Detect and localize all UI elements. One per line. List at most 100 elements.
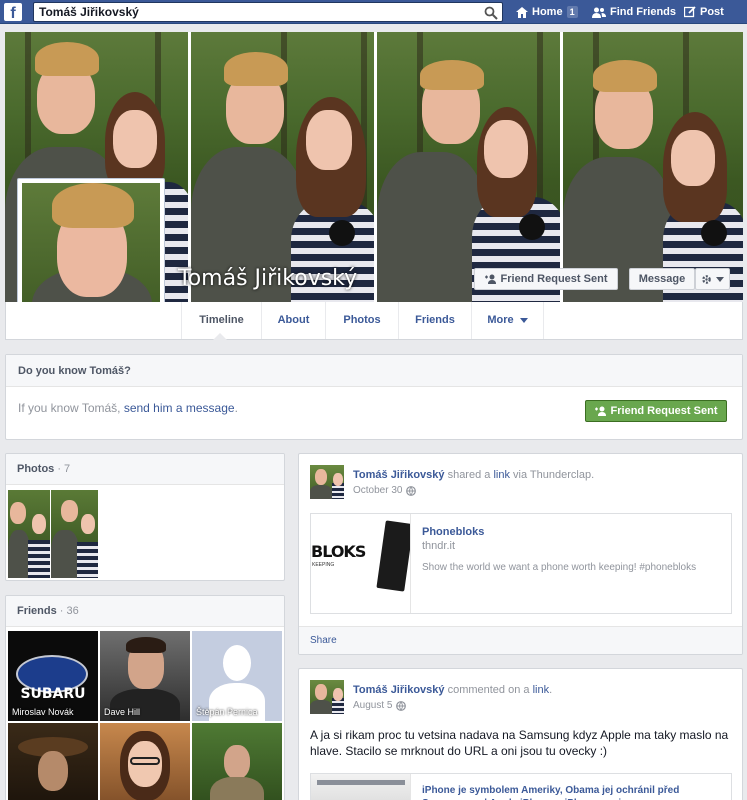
send-message-link[interactable]: send him a message [124, 401, 235, 415]
friend-request-icon [484, 274, 496, 284]
home-nav-link[interactable]: Home 1 [516, 0, 578, 24]
message-prefix: If you know Tomáš, [18, 401, 124, 415]
tab-label: About [277, 314, 310, 326]
friend-tile[interactable] [100, 723, 190, 800]
post-author[interactable]: Tomáš Jiřikovský [353, 684, 445, 696]
post-action-suffix: via Thunderclap. [509, 469, 595, 481]
profile-name[interactable]: Tomáš Jiřikovský [178, 266, 357, 291]
active-tab-indicator [213, 333, 227, 340]
friend-tile[interactable] [8, 723, 98, 800]
panel-divider [560, 32, 563, 302]
message-label: Message [638, 273, 686, 285]
photos-count: · 7 [54, 463, 71, 475]
link-preview-image: BLOKS KEEPING [311, 514, 411, 613]
tab-photos[interactable]: Photos [325, 302, 398, 339]
post-title: Tomáš Jiřikovský commented on a link. [353, 684, 552, 696]
link-description: Show the world we want a phone worth kee… [422, 562, 697, 573]
tab-about[interactable]: About [261, 302, 325, 339]
friend-request-label: Friend Request Sent [610, 405, 718, 417]
subaru-logo-text: SUBARU [20, 686, 86, 702]
friends-icon [592, 7, 606, 18]
do-you-know-message: If you know Tomáš, send him a message. [18, 401, 238, 415]
post-label: Post [700, 6, 724, 18]
panel-divider [188, 32, 191, 302]
post-date-row: August 5 [353, 700, 407, 711]
tab-label: Timeline [199, 314, 244, 326]
home-label: Home [532, 6, 563, 18]
friend-name: Štěpán Pernica [196, 707, 258, 717]
panel-divider [374, 32, 377, 302]
globe-icon[interactable] [396, 700, 407, 711]
tab-friends[interactable]: Friends [398, 302, 471, 339]
timeline-post: Tomáš Jiřikovský commented on a link. Au… [298, 668, 743, 800]
friend-request-sent-green-button[interactable]: Friend Request Sent [585, 400, 727, 422]
photo-thumbnail[interactable] [8, 490, 50, 578]
friend-request-label: Friend Request Sent [500, 273, 608, 285]
post-action-link[interactable]: link [493, 469, 510, 481]
post-date[interactable]: August 5 [353, 700, 392, 711]
friend-name: Miroslav Novák [12, 707, 74, 717]
avatar[interactable] [310, 680, 344, 714]
link-preview[interactable]: BLOKS KEEPING Phonebloks thndr.it Show t… [310, 513, 732, 614]
friends-count: · 36 [56, 605, 79, 617]
friends-box-title[interactable]: Friends [17, 605, 57, 617]
home-icon [516, 6, 528, 18]
friend-tile[interactable]: SUBARU Miroslav Novák [8, 631, 98, 721]
post-title: Tomáš Jiřikovský shared a link via Thund… [353, 469, 594, 481]
post-author[interactable]: Tomáš Jiřikovský [353, 469, 445, 481]
find-friends-nav-link[interactable]: Find Friends [592, 0, 676, 24]
search-box[interactable] [33, 2, 503, 22]
post-action-link[interactable]: link [533, 684, 550, 696]
post-date[interactable]: October 30 [353, 485, 402, 496]
photo-thumbnail[interactable] [51, 490, 98, 578]
post-action-text: commented on a [444, 684, 533, 696]
find-friends-label: Find Friends [610, 6, 676, 18]
search-icon[interactable] [484, 6, 498, 20]
do-you-know-title: Do you know Tomáš? [6, 355, 742, 387]
post-nav-link[interactable]: Post [684, 0, 724, 24]
cover-panel [191, 32, 374, 302]
friend-tile[interactable]: Štěpán Pernica [192, 631, 282, 721]
tab-more[interactable]: More [471, 302, 544, 339]
friend-name: Dave Hill [104, 707, 141, 717]
share-link[interactable]: Share [310, 635, 337, 646]
tab-label: More [487, 314, 514, 326]
tab-label: Photos [343, 314, 381, 326]
post-action-text: shared a [444, 469, 494, 481]
avatar[interactable] [310, 465, 344, 499]
do-you-know-box: Do you know Tomáš? If you know Tomáš, se… [5, 354, 743, 440]
friend-tile[interactable] [192, 723, 282, 800]
chevron-down-icon [519, 318, 528, 323]
globe-icon[interactable] [406, 485, 417, 496]
tab-label: Friends [415, 314, 455, 326]
facebook-f-icon[interactable]: f [4, 3, 22, 21]
post-actions: Share [299, 626, 742, 654]
top-navigation-bar: f Home 1 Find Friends Post [0, 0, 747, 24]
link-domain: thndr.it [422, 540, 456, 552]
timeline-post: Tomáš Jiřikovský shared a link via Thund… [298, 453, 743, 655]
friend-request-sent-button[interactable]: Friend Request Sent [474, 268, 618, 290]
profile-tab-bar: Timeline About Photos Friends More [5, 302, 743, 340]
gear-icon [702, 274, 711, 284]
cover-panel [563, 32, 743, 302]
default-avatar-icon [223, 645, 251, 681]
message-suffix: . [234, 401, 238, 415]
cover-panel [377, 32, 560, 302]
photos-box-header: Photos · 7 [6, 454, 284, 485]
link-image-subtext: KEEPING [312, 562, 335, 568]
link-title[interactable]: iPhone je symbolem Ameriky, Obama jej oc… [422, 784, 722, 800]
post-date-row: October 30 [353, 485, 417, 496]
link-preview[interactable]: iPhone je symbolem Ameriky, Obama jej oc… [310, 773, 732, 800]
link-image-text: BLOKS [311, 542, 366, 561]
photos-box: Photos · 7 [5, 453, 285, 581]
chevron-down-icon [716, 276, 724, 282]
search-input[interactable] [34, 3, 474, 21]
settings-dropdown-button[interactable] [695, 268, 730, 290]
friends-box-header: Friends · 36 [6, 596, 284, 627]
message-button[interactable]: Message [629, 268, 695, 290]
photos-box-title[interactable]: Photos [17, 463, 54, 475]
link-title[interactable]: Phonebloks [422, 526, 484, 538]
post-action-suffix: . [549, 684, 553, 696]
friend-tile[interactable]: Dave Hill [100, 631, 190, 721]
home-notification-badge: 1 [566, 6, 578, 18]
